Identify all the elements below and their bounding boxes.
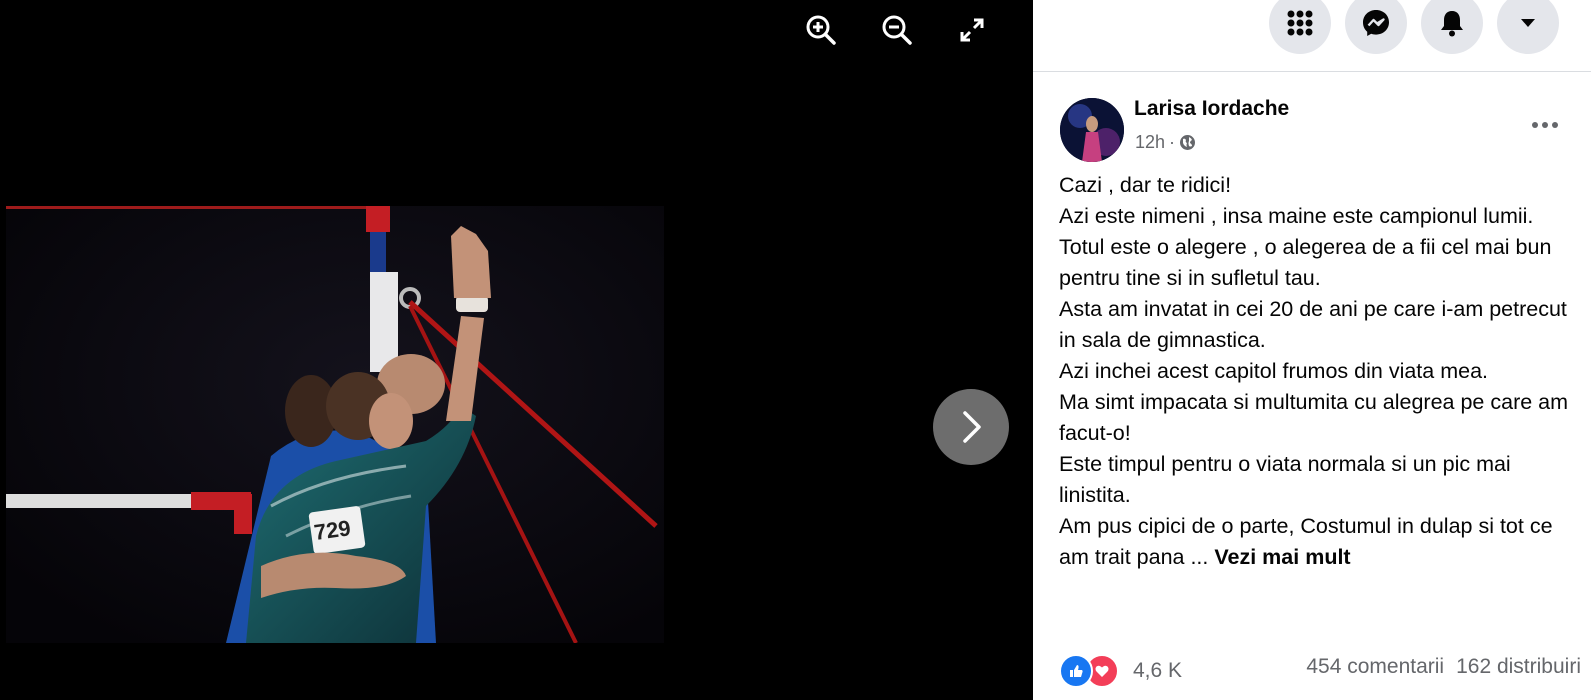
post-line: Azi este nimeni , insa maine este campio… — [1059, 204, 1534, 228]
post-line: Totul este o alegere , o alegerea de a f… — [1059, 235, 1552, 290]
reaction-count[interactable]: 4,6 K — [1133, 659, 1182, 683]
fullscreen-icon — [960, 18, 984, 42]
meta-separator: · — [1169, 132, 1176, 152]
globe-icon — [1180, 135, 1196, 150]
comments-count[interactable]: 454 comentarii — [1306, 655, 1444, 679]
author-name[interactable]: Larisa Iordache — [1134, 97, 1289, 121]
chevron-right-icon — [963, 411, 981, 443]
zoom-in-button[interactable] — [801, 10, 841, 50]
post-line: Este timpul pentru o viata normala si un… — [1059, 452, 1511, 507]
post-meta: 12h · — [1135, 132, 1196, 153]
post-text: Cazi , dar te ridici! Azi este nimeni , … — [1059, 170, 1584, 573]
shares-count[interactable]: 162 distribuiri — [1456, 655, 1581, 679]
post-line: Cazi , dar te ridici! — [1059, 173, 1232, 197]
zoom-out-icon — [882, 15, 912, 45]
next-photo-button[interactable] — [933, 389, 1009, 465]
like-reaction-icon — [1059, 654, 1093, 688]
bib-number: 729 — [312, 515, 352, 545]
gymnast-photo-illustration: 729 — [6, 206, 664, 643]
reactions-summary[interactable]: 4,6 K — [1059, 654, 1182, 688]
zoom-out-button[interactable] — [877, 10, 917, 50]
menu-grid-icon — [1287, 10, 1313, 36]
messenger-button[interactable] — [1345, 0, 1407, 54]
see-more-link[interactable]: Vezi mai mult — [1214, 545, 1350, 569]
menu-button[interactable] — [1269, 0, 1331, 54]
caret-down-icon — [1521, 19, 1535, 27]
bell-icon — [1441, 11, 1463, 37]
post-time[interactable]: 12h — [1135, 132, 1165, 153]
notifications-button[interactable] — [1421, 0, 1483, 54]
author-avatar[interactable] — [1060, 98, 1124, 162]
post-stats: 454 comentarii 162 distribuiri — [1306, 655, 1581, 679]
account-menu-button[interactable] — [1497, 0, 1559, 54]
post-line: Asta am invatat in cei 20 de ani pe care… — [1059, 297, 1567, 352]
top-navigation-bar — [1033, 0, 1591, 72]
post-options-button[interactable] — [1521, 110, 1569, 140]
messenger-icon — [1363, 10, 1389, 36]
post-line: Ma simt impacata si multumita cu alegrea… — [1059, 390, 1569, 445]
post-photo[interactable]: 729 — [6, 206, 664, 643]
fullscreen-button[interactable] — [952, 10, 992, 50]
post-line-last: Am pus cipici de o parte, Costumul in du… — [1059, 511, 1584, 573]
zoom-in-icon — [806, 15, 836, 45]
more-horizontal-icon — [1532, 122, 1558, 128]
avatar-image — [1060, 98, 1124, 162]
photo-viewer: 729 — [0, 0, 1033, 700]
post-line: Azi inchei acest capitol frumos din viat… — [1059, 359, 1489, 383]
post-panel: Larisa Iordache 12h · Cazi , dar te ridi… — [1033, 0, 1591, 700]
